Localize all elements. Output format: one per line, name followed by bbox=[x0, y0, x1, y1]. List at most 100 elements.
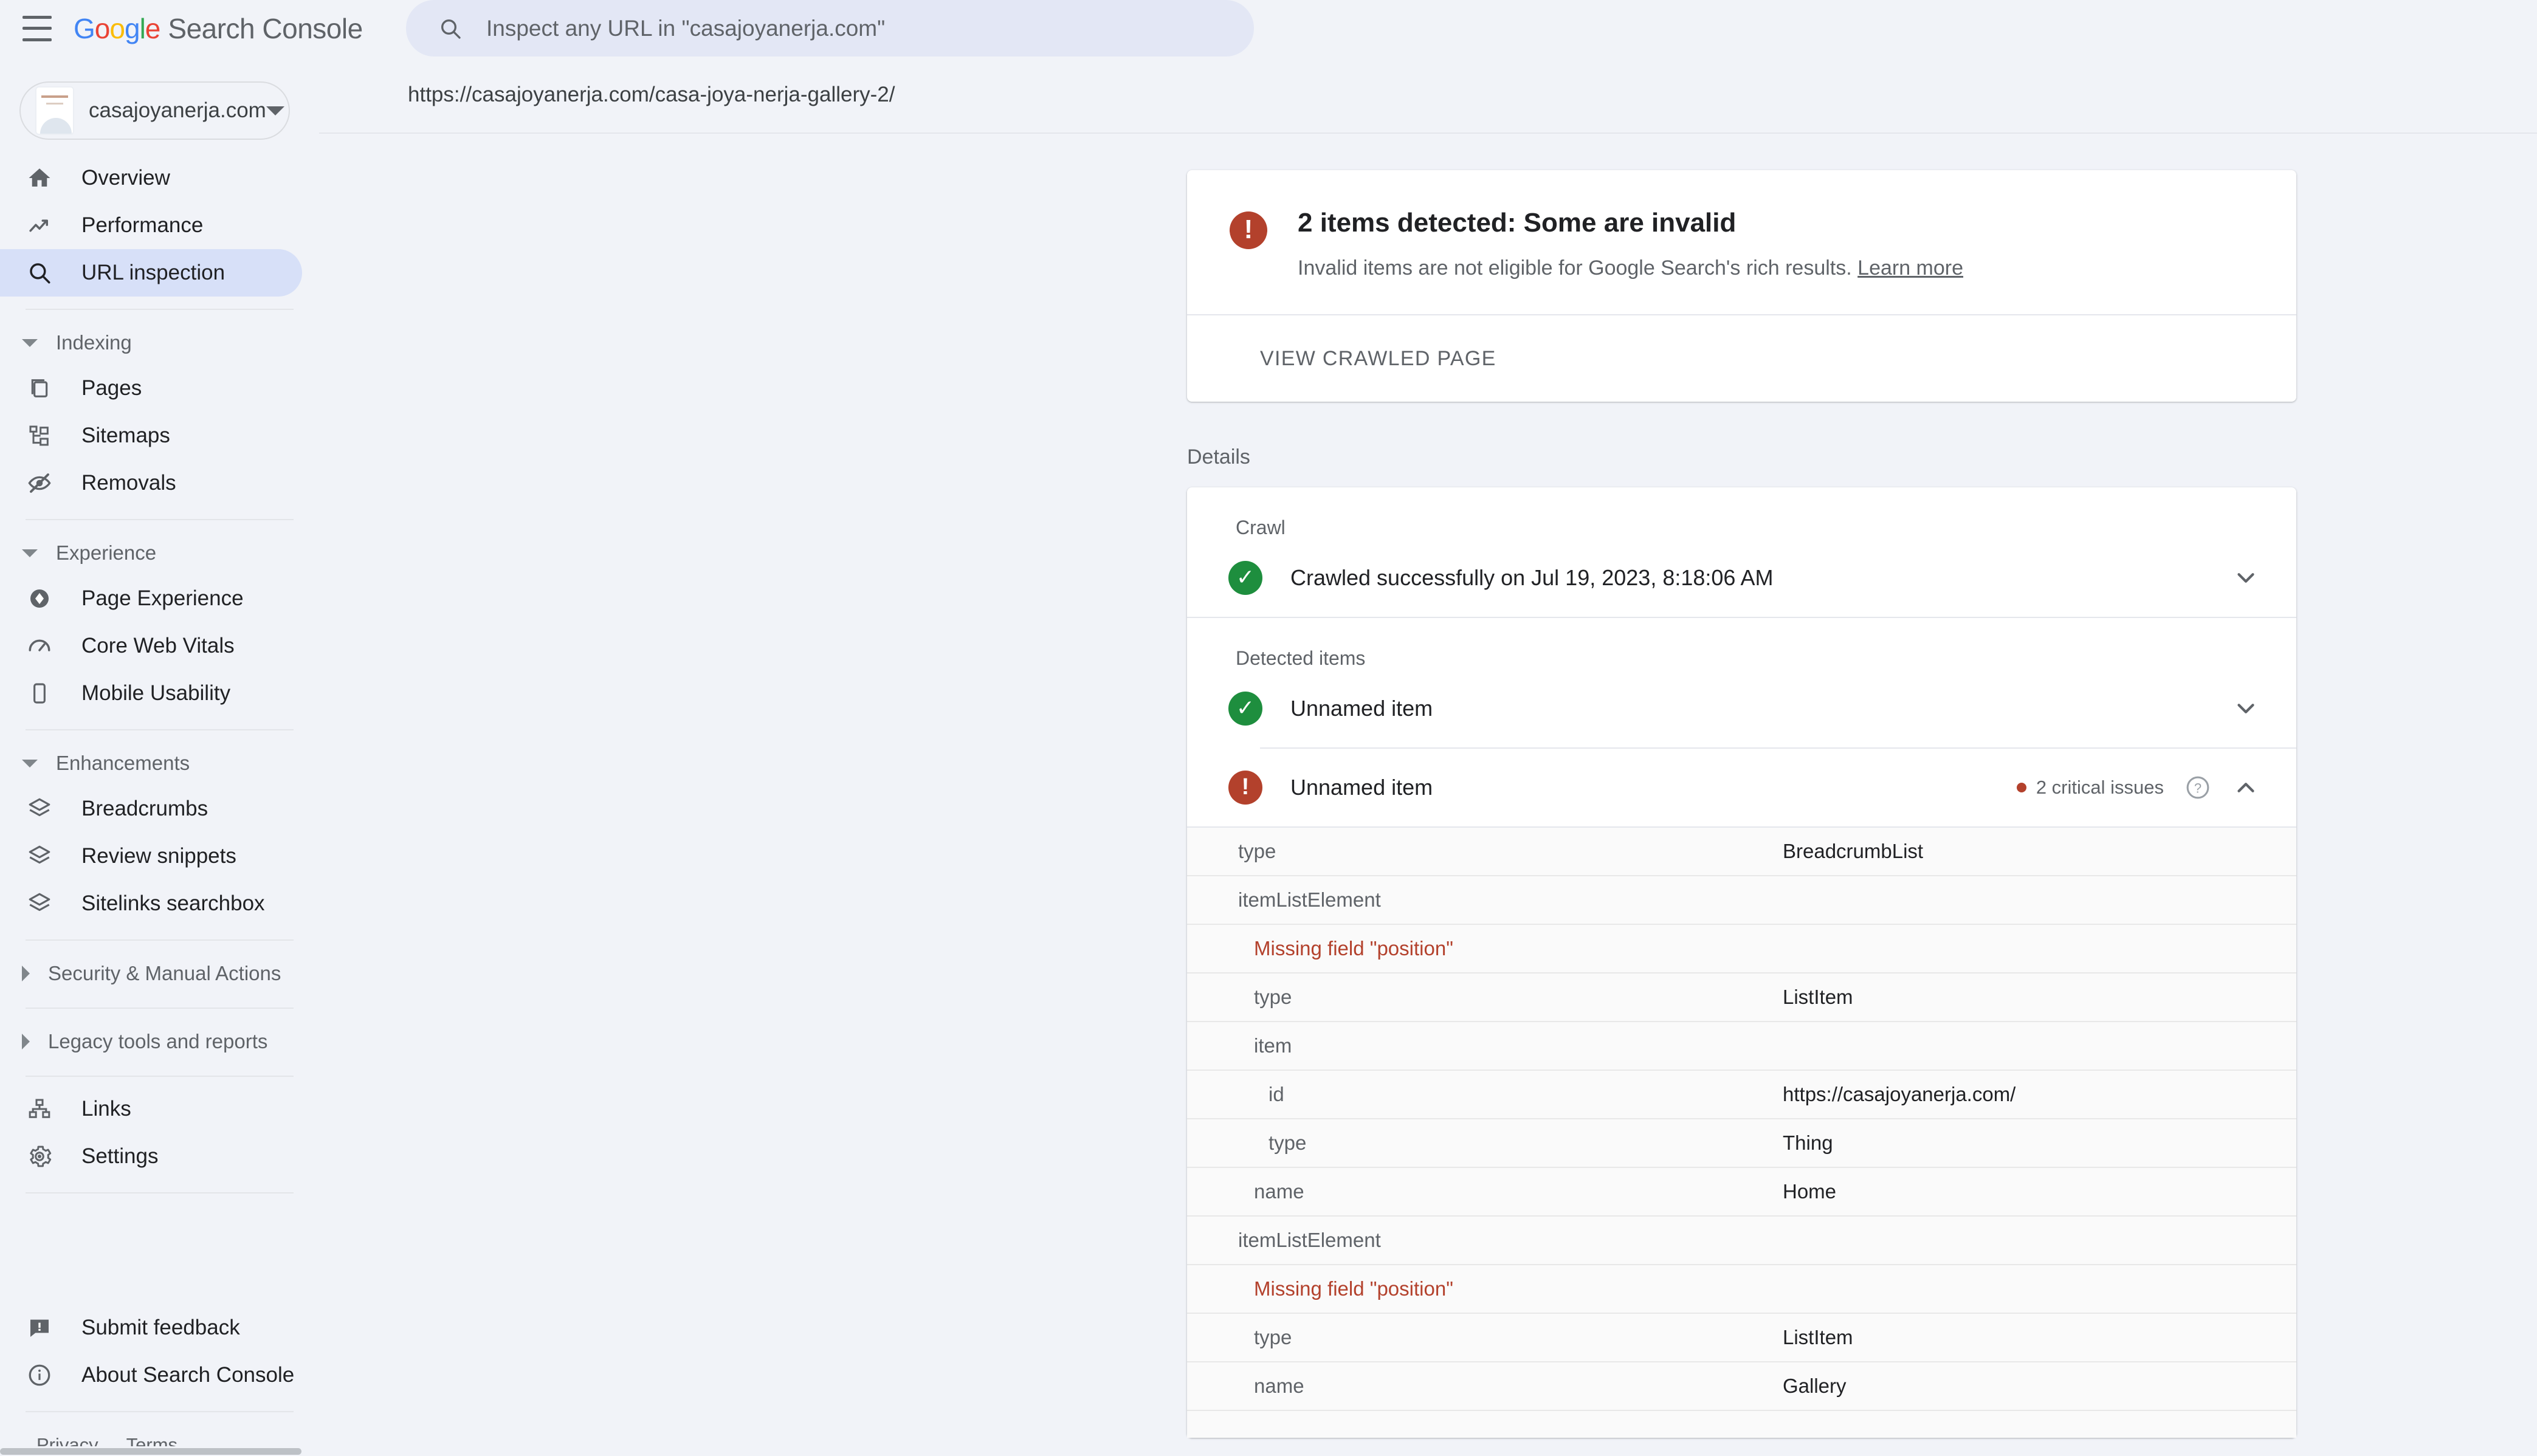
row-key: name bbox=[1254, 1180, 1304, 1203]
sidebar-item-label: URL inspection bbox=[81, 261, 225, 284]
table-row: id https://casajoyanerja.com/ bbox=[1187, 1071, 2296, 1119]
sidebar-item-about-search-console[interactable]: About Search Console bbox=[0, 1351, 302, 1399]
success-icon: ✓ bbox=[1228, 561, 1262, 595]
sidebar-group-legacy-tools[interactable]: Legacy tools and reports bbox=[0, 1020, 319, 1063]
error-icon: ! bbox=[1230, 211, 1267, 249]
svg-text:?: ? bbox=[2194, 780, 2201, 795]
links-icon bbox=[26, 1095, 53, 1123]
row-value: https://casajoyanerja.com/ bbox=[1783, 1083, 2016, 1105]
learn-more-link[interactable]: Learn more bbox=[1857, 256, 1963, 280]
row-key: type bbox=[1254, 986, 1292, 1008]
row-key: itemListElement bbox=[1238, 888, 1381, 911]
horizontal-scrollbar[interactable] bbox=[0, 1446, 2537, 1456]
summary-card: ! 2 items detected: Some are invalid Inv… bbox=[1187, 170, 2296, 402]
sidebar-item-review-snippets[interactable]: Review snippets bbox=[0, 833, 302, 880]
sidebar-group-label: Indexing bbox=[56, 331, 132, 354]
sidebar-item-label: Mobile Usability bbox=[81, 681, 231, 705]
property-selector[interactable]: casajoyanerja.com bbox=[19, 81, 290, 140]
sidebar-divider bbox=[26, 1076, 294, 1077]
sidebar-item-performance[interactable]: Performance bbox=[0, 202, 302, 249]
status-dot-icon bbox=[2016, 783, 2026, 792]
sidebar-divider bbox=[26, 1192, 294, 1193]
sidebar-item-label: Performance bbox=[81, 213, 204, 237]
chevron-up-icon[interactable] bbox=[2232, 774, 2260, 802]
row-key: type bbox=[1268, 1131, 1307, 1154]
inspected-url: https://casajoyanerja.com/casa-joya-nerj… bbox=[408, 82, 895, 106]
chevron-down-icon[interactable] bbox=[2232, 695, 2260, 723]
card-actions: VIEW CRAWLED PAGE bbox=[1187, 315, 2296, 402]
row-key: item bbox=[1254, 1034, 1292, 1057]
sitemap-icon bbox=[26, 422, 53, 450]
sidebar-item-label: Settings bbox=[81, 1144, 159, 1168]
table-row: Missing field "position" bbox=[1187, 1265, 2296, 1314]
brand-logo[interactable]: Google Search Console bbox=[74, 12, 363, 45]
sidebar-item-url-inspection[interactable]: URL inspection bbox=[0, 249, 302, 297]
sidebar-item-settings[interactable]: Settings bbox=[0, 1133, 302, 1180]
chevron-down-icon bbox=[22, 549, 38, 557]
sidebar-item-removals[interactable]: Removals bbox=[0, 459, 302, 507]
sidebar-item-label: Page Experience bbox=[81, 586, 244, 610]
sidebar-item-label: Sitemaps bbox=[81, 424, 170, 447]
status-badge-text: 2 critical issues bbox=[2036, 777, 2164, 798]
table-row: itemListElement bbox=[1187, 876, 2296, 925]
sidebar-group-indexing[interactable]: Indexing bbox=[0, 321, 319, 365]
detected-item-label: Unnamed item bbox=[1290, 696, 1433, 721]
sidebar-item-pages[interactable]: Pages bbox=[0, 365, 302, 412]
status-badge: 2 critical issues bbox=[2016, 777, 2164, 798]
sidebar-item-sitelinks-searchbox[interactable]: Sitelinks searchbox bbox=[0, 880, 302, 927]
property-thumbnail-icon bbox=[35, 86, 74, 135]
sidebar-item-label: Links bbox=[81, 1097, 131, 1121]
sidebar-item-mobile-usability[interactable]: Mobile Usability bbox=[0, 670, 302, 717]
sidebar-item-core-web-vitals[interactable]: Core Web Vitals bbox=[0, 622, 302, 670]
sidebar-group-experience[interactable]: Experience bbox=[0, 531, 319, 575]
sidebar-item-overview[interactable]: Overview bbox=[0, 154, 302, 202]
row-value: BreadcrumbList bbox=[1783, 840, 1924, 862]
detected-item-row[interactable]: ! Unnamed item 2 critical issues ? bbox=[1187, 749, 2296, 826]
hamburger-icon[interactable] bbox=[22, 15, 52, 41]
sidebar-item-page-experience[interactable]: Page Experience bbox=[0, 575, 302, 622]
sidebar: casajoyanerja.com Overview Performance U… bbox=[0, 57, 319, 1456]
detected-item-row[interactable]: ✓ Unnamed item bbox=[1187, 670, 2296, 747]
search-area: Inspect any URL in "casajoyanerja.com" bbox=[406, 0, 1254, 57]
content-column: ! 2 items detected: Some are invalid Inv… bbox=[319, 134, 2537, 1438]
sidebar-item-submit-feedback[interactable]: Submit feedback bbox=[0, 1304, 302, 1351]
row-value: Home bbox=[1783, 1180, 1837, 1203]
layers-icon bbox=[26, 842, 53, 870]
crawl-status-row[interactable]: ✓ Crawled successfully on Jul 19, 2023, … bbox=[1187, 539, 2296, 617]
sidebar-item-breadcrumbs[interactable]: Breadcrumbs bbox=[0, 785, 302, 833]
sidebar-group-enhancements[interactable]: Enhancements bbox=[0, 741, 319, 785]
help-circle-icon[interactable]: ? bbox=[2184, 774, 2211, 801]
main-content: https://casajoyanerja.com/casa-joya-nerj… bbox=[319, 57, 2537, 1456]
sidebar-item-sitemaps[interactable]: Sitemaps bbox=[0, 412, 302, 459]
mobile-icon bbox=[26, 679, 53, 707]
detected-item-detail-table: type BreadcrumbList itemListElement Missi… bbox=[1187, 826, 2296, 1438]
row-value: Thing bbox=[1783, 1131, 1833, 1154]
table-row: type BreadcrumbList bbox=[1187, 828, 2296, 876]
inspected-url-bar: https://casajoyanerja.com/casa-joya-nerj… bbox=[319, 57, 2537, 134]
chevron-down-icon bbox=[22, 759, 38, 767]
view-crawled-page-button[interactable]: VIEW CRAWLED PAGE bbox=[1260, 347, 1496, 371]
row-key: id bbox=[1268, 1083, 1284, 1105]
sidebar-divider bbox=[26, 1411, 294, 1412]
table-row: type ListItem bbox=[1187, 974, 2296, 1022]
table-row: itemListElement bbox=[1187, 1217, 2296, 1265]
sidebar-group-security-manual-actions[interactable]: Security & Manual Actions bbox=[0, 952, 319, 995]
table-row: name Gallery bbox=[1187, 1362, 2296, 1411]
url-inspect-search[interactable]: Inspect any URL in "casajoyanerja.com" bbox=[406, 0, 1254, 57]
sidebar-item-links[interactable]: Links bbox=[0, 1085, 302, 1133]
table-row: item bbox=[1187, 1022, 2296, 1071]
details-card: Crawl ✓ Crawled successfully on Jul 19, … bbox=[1187, 487, 2296, 1438]
chevron-down-icon[interactable] bbox=[2232, 564, 2260, 592]
eye-off-icon bbox=[26, 469, 53, 497]
sidebar-item-label: Core Web Vitals bbox=[81, 634, 235, 658]
sidebar-item-label: Overview bbox=[81, 166, 170, 190]
pages-icon bbox=[26, 374, 53, 402]
sidebar-group-label: Security & Manual Actions bbox=[48, 962, 281, 984]
layers-icon bbox=[26, 795, 53, 823]
error-icon: ! bbox=[1228, 771, 1262, 805]
scrollbar-thumb[interactable] bbox=[0, 1448, 301, 1455]
top-bar: Google Search Console Inspect any URL in… bbox=[0, 0, 2537, 57]
row-key: type bbox=[1254, 1326, 1292, 1348]
google-wordmark: Google bbox=[74, 12, 160, 44]
row-key-error: Missing field "position" bbox=[1254, 1277, 1453, 1300]
